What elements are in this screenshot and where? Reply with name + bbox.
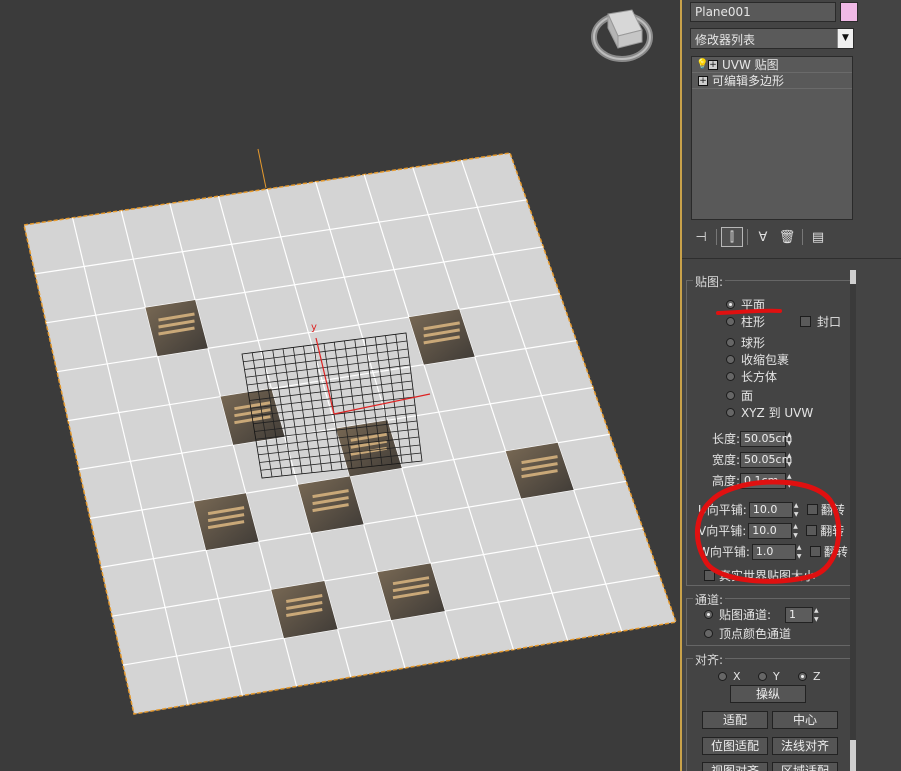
viewport-scene: y — [23, 9, 678, 715]
red-annotation — [694, 308, 842, 584]
pivot-line — [257, 148, 267, 189]
viewcube-icon[interactable] — [591, 9, 653, 62]
command-panel: Plane001 修改器列表 ▼ 💡 + UVW 贴图 + 可编辑多边形 ⊣ ⫿… — [680, 0, 901, 771]
svg-text:y: y — [311, 322, 317, 333]
perspective-viewport[interactable]: y — [0, 0, 680, 771]
